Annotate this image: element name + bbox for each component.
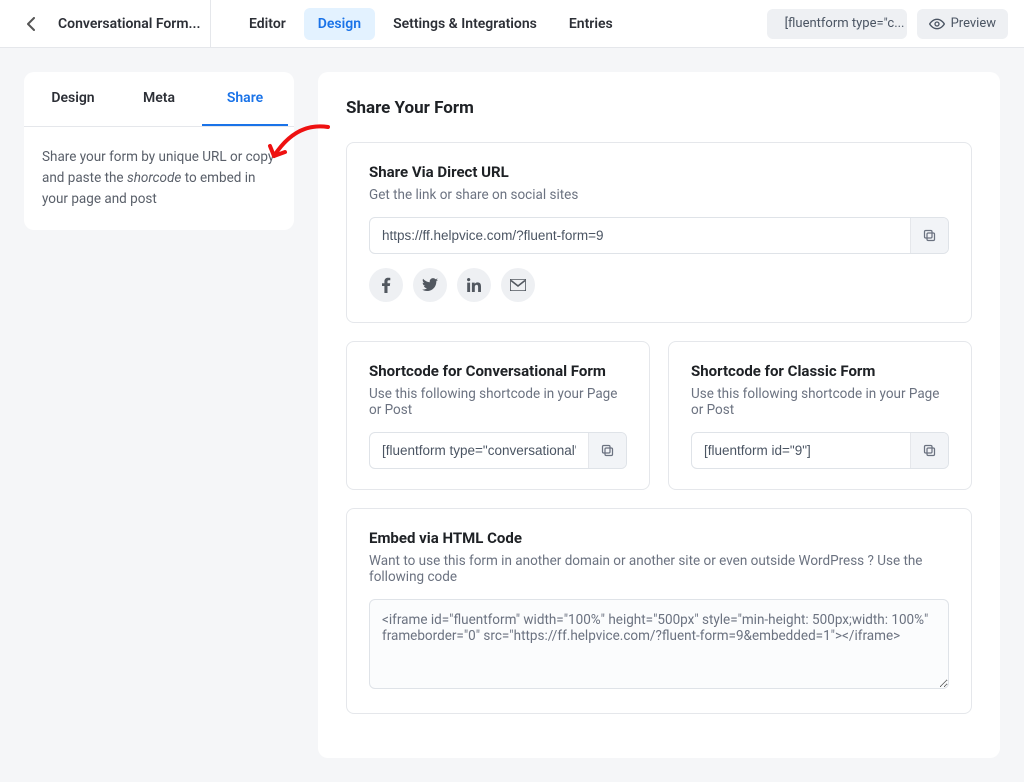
social-row [369, 268, 949, 302]
sidebar: Design Meta Share Share your form by uni… [24, 72, 294, 230]
topbar-tabs: Editor Design Settings & Integrations En… [235, 8, 627, 40]
topbar: Conversational Form... Editor Design Set… [0, 0, 1024, 48]
copy-icon [922, 228, 937, 243]
tab-editor[interactable]: Editor [235, 8, 300, 40]
shortcode-chip[interactable]: [fluentform type="c... [767, 9, 907, 39]
tab-settings[interactable]: Settings & Integrations [379, 8, 551, 40]
eye-icon [929, 16, 945, 32]
page: Design Meta Share Share your form by uni… [0, 48, 1024, 782]
embed-title: Embed via HTML Code [369, 529, 949, 547]
share-linkedin[interactable] [457, 268, 491, 302]
subtab-share[interactable]: Share [202, 72, 288, 126]
twitter-icon [422, 278, 438, 292]
copy-icon [600, 443, 615, 458]
direct-title: Share Via Direct URL [369, 163, 949, 181]
mail-icon [510, 279, 526, 291]
conv-code-input[interactable] [370, 433, 588, 468]
conv-copy-button[interactable] [588, 433, 626, 468]
embed-code-textarea[interactable] [369, 599, 949, 689]
share-facebook[interactable] [369, 268, 403, 302]
sidebar-subtabs: Design Meta Share [24, 72, 294, 127]
linkedin-icon [467, 278, 481, 292]
page-title: Share Your Form [346, 98, 972, 118]
classic-code-input[interactable] [692, 433, 910, 468]
share-twitter[interactable] [413, 268, 447, 302]
form-title: Conversational Form... [46, 0, 211, 48]
tab-entries[interactable]: Entries [555, 8, 627, 40]
card-classic-shortcode: Shortcode for Classic Form Use this foll… [668, 341, 972, 490]
card-embed: Embed via HTML Code Want to use this for… [346, 508, 972, 714]
facebook-icon [381, 277, 391, 293]
direct-copy-button[interactable] [910, 218, 948, 253]
direct-url-input[interactable] [370, 218, 910, 253]
card-direct-url: Share Via Direct URL Get the link or sha… [346, 142, 972, 323]
classic-sub: Use this following shortcode in your Pag… [691, 386, 949, 418]
preview-button[interactable]: Preview [917, 9, 1008, 39]
topbar-right: [fluentform type="c... Preview [767, 9, 1008, 39]
conv-title: Shortcode for Conversational Form [369, 362, 627, 380]
shortcode-row: Shortcode for Conversational Form Use th… [346, 341, 972, 508]
embed-sub: Want to use this form in another domain … [369, 553, 949, 585]
preview-label: Preview [951, 16, 996, 31]
direct-url-row [369, 217, 949, 254]
conv-sub: Use this following shortcode in your Pag… [369, 386, 627, 418]
card-conv-shortcode: Shortcode for Conversational Form Use th… [346, 341, 650, 490]
desc-em: shorcode [127, 170, 181, 186]
subtab-meta[interactable]: Meta [116, 72, 202, 126]
copy-icon [922, 443, 937, 458]
classic-copy-button[interactable] [910, 433, 948, 468]
tab-design[interactable]: Design [304, 8, 375, 40]
classic-title: Shortcode for Classic Form [691, 362, 949, 380]
direct-sub: Get the link or share on social sites [369, 187, 949, 203]
sidebar-description: Share your form by unique URL or copy an… [24, 127, 294, 230]
classic-code-row [691, 432, 949, 469]
conv-code-row [369, 432, 627, 469]
subtab-design[interactable]: Design [30, 72, 116, 126]
chevron-left-icon [27, 17, 35, 31]
share-email[interactable] [501, 268, 535, 302]
main-panel: Share Your Form Share Via Direct URL Get… [318, 72, 1000, 758]
shortcode-chip-text: [fluentform type="c... [785, 16, 905, 31]
back-button[interactable] [16, 17, 46, 31]
